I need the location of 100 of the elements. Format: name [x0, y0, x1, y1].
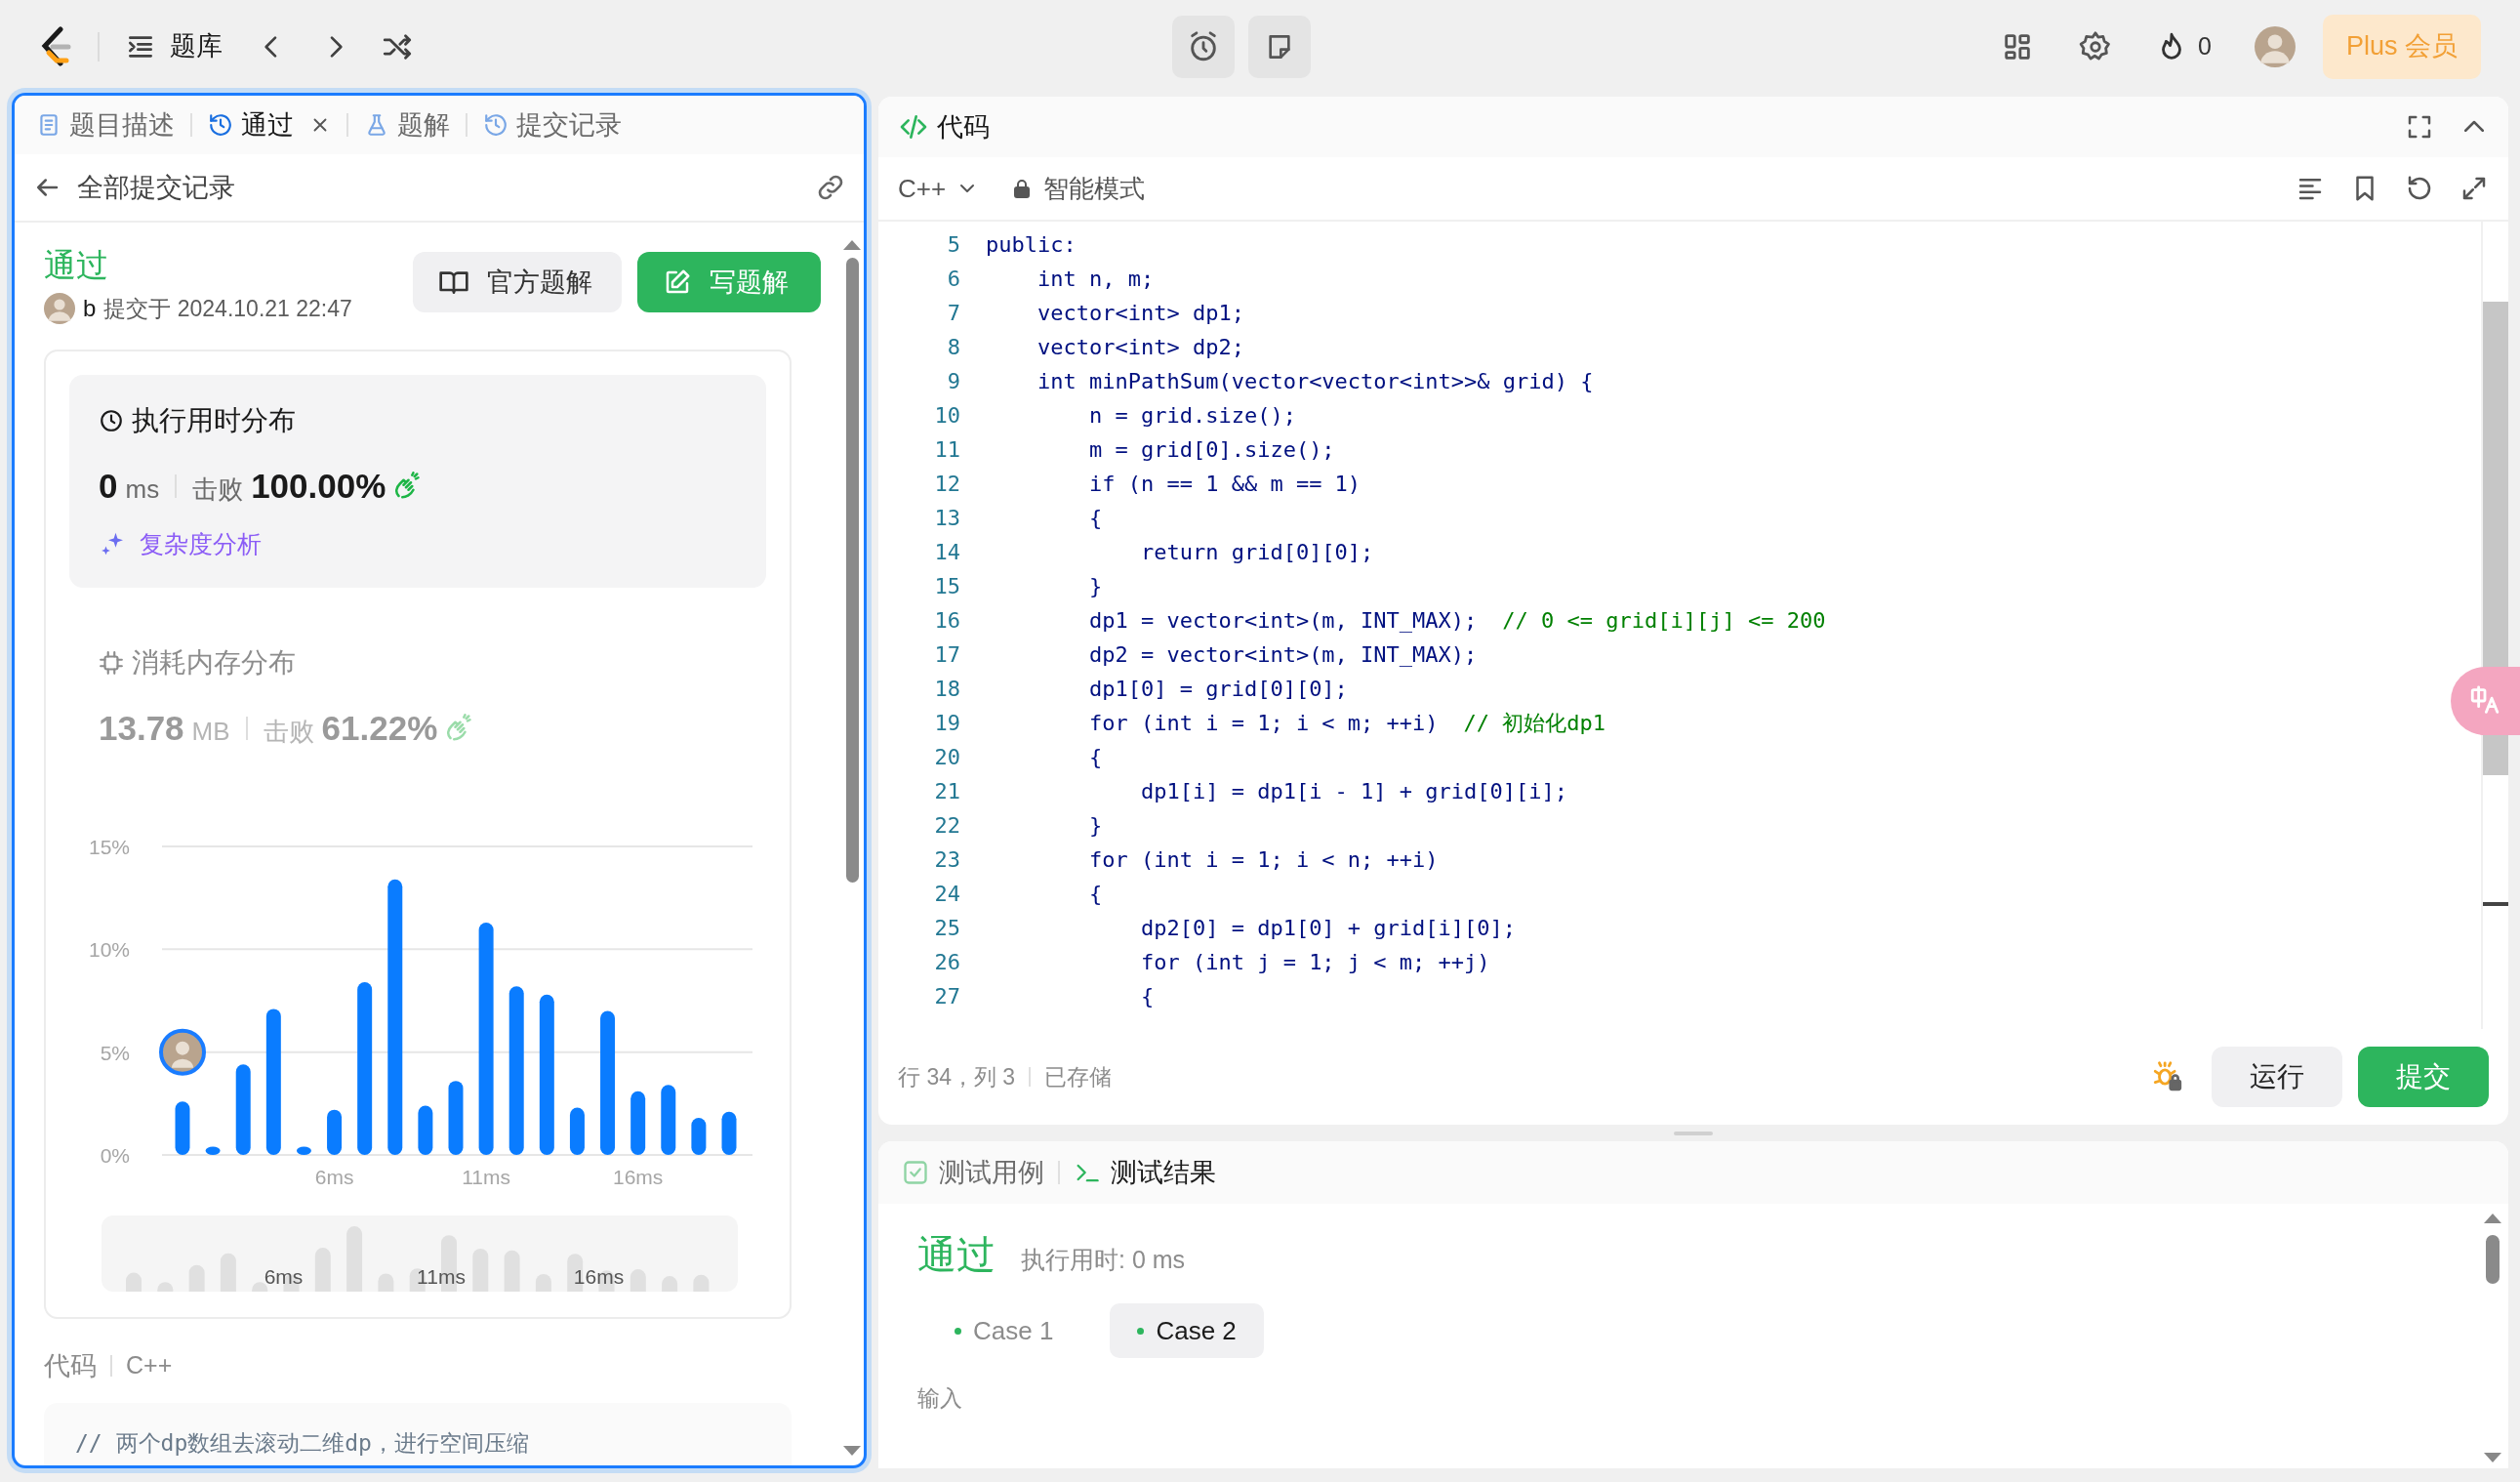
timer-button[interactable] [1172, 15, 1236, 78]
bar [418, 1104, 433, 1155]
axis-label: 5% [100, 1041, 130, 1064]
history-icon [483, 112, 508, 138]
code-line: dp2[0] = dp1[0] + grid[i][0]; [1139, 915, 1517, 942]
code-line: m = grid[0].size(); [1087, 436, 1335, 464]
line-number: 14 [933, 539, 960, 566]
language-label: C++ [126, 1350, 173, 1380]
line-number: 22 [933, 812, 960, 840]
tab[interactable]: 题解 [358, 102, 456, 148]
bar [691, 1117, 707, 1155]
code-line: } [1087, 812, 1103, 840]
back-button[interactable]: 全部提交记录 [32, 167, 235, 208]
line-number: 24 [933, 881, 960, 908]
code-line: dp2 = vector<int>(m, INT_MAX); [1087, 641, 1478, 669]
panel-title: 代码 [937, 110, 990, 144]
case-tab[interactable]: Case 2 [1110, 1303, 1264, 1358]
axis-label: 16ms [613, 1165, 664, 1188]
avatar [2254, 25, 2296, 67]
axis-label: 15% [88, 835, 130, 858]
line-number: 23 [933, 846, 960, 874]
axis-label: 16ms [573, 1264, 625, 1288]
tab[interactable]: 测试结果 [1074, 1152, 1216, 1193]
line-number: 15 [933, 573, 960, 600]
bar [327, 1109, 343, 1155]
chip-icon [99, 650, 124, 676]
code-line: vector<int> dp2; [1036, 334, 1244, 361]
section-title: 消耗内存分布 [132, 646, 296, 679]
runtime-text: 执行用时: 0 ms [1021, 1245, 1186, 1275]
result-status: 通过 [917, 1232, 996, 1278]
code-line: int n, m; [1036, 266, 1155, 293]
line-number: 19 [933, 710, 960, 737]
beat-percent: 100.00% [251, 466, 386, 507]
axis-label: 6ms [314, 1165, 354, 1188]
code-line: vector<int> dp1; [1036, 300, 1244, 327]
tab[interactable]: 提交记录 [477, 102, 628, 148]
submitter-name: b [83, 294, 97, 323]
bar [721, 1111, 737, 1155]
axis-label: 10% [88, 937, 130, 961]
code-line: { [1087, 881, 1103, 908]
code-line: { [1087, 505, 1103, 532]
line-number: 26 [933, 949, 960, 976]
bar [175, 1100, 190, 1155]
code-line: { [1087, 744, 1103, 771]
avatar-marker [159, 1028, 206, 1076]
line-number: 21 [933, 778, 960, 805]
mode-label: 智能模式 [1043, 172, 1146, 205]
code-line: dp1 = vector<int>(m, INT_MAX); [1087, 607, 1478, 635]
checkbox-icon [902, 1159, 929, 1186]
line-number: 8 [946, 334, 960, 361]
run-button[interactable]: 运行 [2212, 1047, 2342, 1107]
stat-value: 0 [99, 466, 118, 507]
code-comment: // 两个dp数组去滚动二维dp，进行空间压缩 [75, 1430, 529, 1456]
resize-handle[interactable] [1674, 1131, 1713, 1135]
submission-status: 通过 [44, 246, 108, 285]
code-line: int minPathSum(vector<vector<int>>& grid) { [1036, 368, 1594, 395]
runtime-panel[interactable]: 执行用时分布 0 ms 击败 100.00% 复杂度分析 [69, 375, 766, 588]
stat-unit: MB [191, 716, 230, 748]
tab[interactable]: 题目描述 [30, 102, 181, 148]
language-select[interactable]: C++ [898, 169, 980, 208]
axis-label: 11ms [417, 1264, 466, 1288]
beat-percent: 61.22% [321, 708, 438, 749]
logo-icon[interactable] [39, 25, 72, 67]
problem-list-button[interactable]: 题库 [125, 26, 223, 66]
beat-label: 击败 [263, 716, 314, 748]
tab[interactable]: 测试用例 [902, 1152, 1044, 1193]
code-line: } [1087, 573, 1103, 600]
stat-value: 13.78 [99, 708, 184, 749]
range-overview[interactable]: 6ms 11ms 16ms [102, 1214, 738, 1292]
bar [296, 1146, 311, 1155]
line-number: 13 [933, 505, 960, 532]
line-number: 27 [933, 983, 960, 1010]
code-line: return grid[0][0]; [1139, 539, 1374, 566]
code-line: for (int j = 1; j < m; ++j) [1139, 949, 1490, 976]
save-status: 已存储 [1044, 1062, 1113, 1091]
complexity-analysis-link[interactable]: 复杂度分析 [99, 525, 262, 562]
code-line: for (int i = 1; i < m; ++i) [1087, 710, 1439, 737]
submission-time: 提交于 2024.10.21 22:47 [103, 294, 352, 323]
official-solution-button[interactable]: 官方题解 [413, 252, 622, 312]
bug-lock-icon[interactable] [2151, 1060, 2184, 1093]
line-number: 20 [933, 744, 960, 771]
streak-count: 0 [2198, 30, 2212, 62]
line-number: 5 [946, 231, 960, 259]
stat-unit: ms [125, 473, 160, 506]
code-line: n = grid.size(); [1087, 402, 1296, 430]
section-title: 执行用时分布 [132, 404, 296, 437]
avatar [44, 293, 75, 324]
line-number: 10 [933, 402, 960, 430]
code-line: dp1[0] = grid[0][0]; [1087, 676, 1348, 703]
code-line: public: [986, 231, 1077, 259]
notes-button[interactable] [1248, 15, 1312, 78]
beat-label: 击败 [192, 473, 244, 506]
line-number: 25 [933, 915, 960, 942]
settings-icon[interactable] [2079, 29, 2113, 63]
tab[interactable]: 通过 [202, 102, 337, 148]
axis-label: 6ms [264, 1264, 304, 1288]
code-line: dp1[i] = dp1[i - 1] + grid[0][i]; [1139, 778, 1568, 805]
code-line: if (n == 1 && m == 1) [1087, 471, 1362, 498]
code-line: { [1139, 983, 1155, 1010]
line-number: 16 [933, 607, 960, 635]
